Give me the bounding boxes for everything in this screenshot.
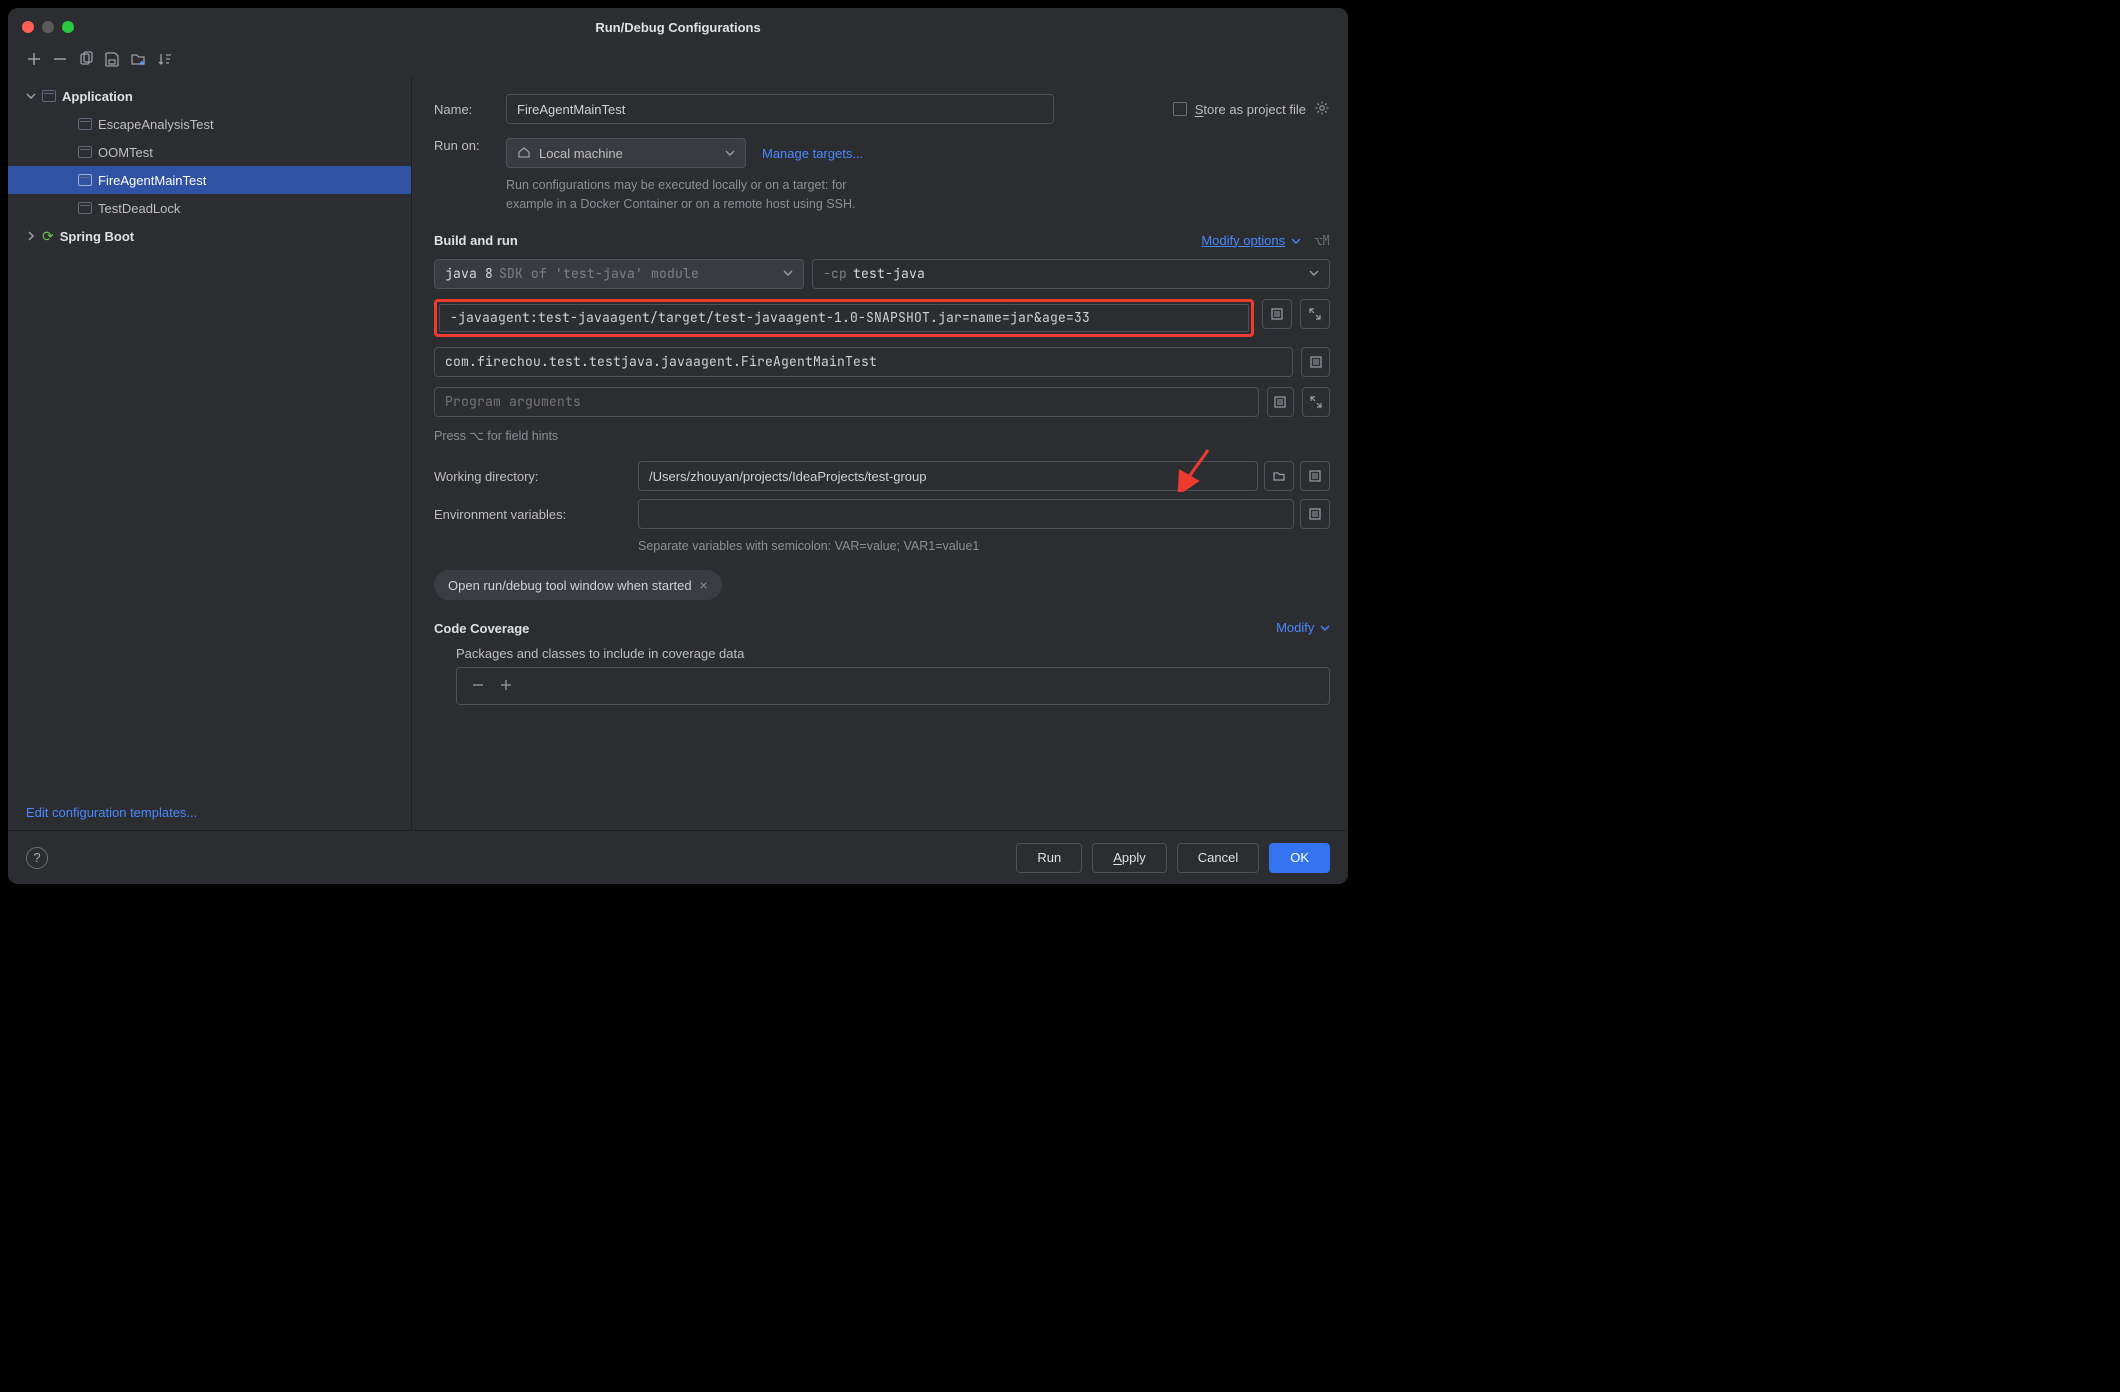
expand-list-icon[interactable]: [1300, 461, 1330, 491]
browse-folder-icon[interactable]: [1264, 461, 1294, 491]
name-input[interactable]: [506, 94, 1054, 124]
chip-label: Open run/debug tool window when started: [448, 578, 692, 593]
runon-select[interactable]: Local machine: [506, 138, 746, 168]
cancel-button[interactable]: Cancel: [1177, 843, 1259, 873]
edit-templates-link[interactable]: Edit configuration templates...: [26, 805, 197, 820]
dialog-window: Run/Debug Configurations Appl: [8, 8, 1348, 884]
modify-shortcut: ⌥M: [1314, 232, 1330, 249]
dialog-body: Application EscapeAnalysisTest OOMTest F…: [8, 76, 1348, 830]
program-args-input[interactable]: [434, 387, 1259, 417]
run-button[interactable]: Run: [1016, 843, 1082, 873]
close-icon[interactable]: ×: [700, 577, 708, 593]
chevron-down-icon: [1320, 621, 1330, 636]
classpath-select[interactable]: -cp test-java: [812, 259, 1330, 289]
main-class-input[interactable]: [434, 347, 1293, 377]
traffic-lights: [8, 21, 74, 33]
expand-list-icon[interactable]: [1301, 347, 1330, 377]
spring-boot-icon: ⟳: [42, 228, 54, 245]
tree-item-label: TestDeadLock: [98, 201, 180, 216]
dialog-title: Run/Debug Configurations: [8, 20, 1348, 35]
sort-config-icon[interactable]: [156, 51, 172, 67]
sdk-hint: SDK of 'test-java' module: [499, 265, 699, 282]
run-config-icon: [78, 174, 92, 186]
help-icon[interactable]: ?: [26, 847, 48, 869]
runon-value: Local machine: [539, 146, 623, 161]
coverage-modify-link[interactable]: Modify: [1276, 620, 1314, 635]
sidebar-footer: Edit configuration templates...: [8, 795, 411, 830]
tree-item-oomtest[interactable]: OOMTest: [8, 138, 411, 166]
config-tree: Application EscapeAnalysisTest OOMTest F…: [8, 82, 411, 795]
env-vars-label: Environment variables:: [434, 507, 630, 522]
apply-button[interactable]: Apply: [1092, 843, 1167, 873]
store-checkbox[interactable]: [1173, 102, 1187, 116]
tree-item-label: EscapeAnalysisTest: [98, 117, 214, 132]
chevron-down-icon: [1291, 234, 1301, 249]
manage-targets-link[interactable]: Manage targets...: [762, 146, 863, 161]
tree-group-springboot[interactable]: ⟳ Spring Boot: [8, 222, 411, 250]
application-type-icon: [42, 90, 56, 102]
vm-options-highlight: [434, 299, 1254, 337]
run-config-icon: [78, 202, 92, 214]
tree-group-label: Spring Boot: [60, 229, 134, 244]
expand-list-icon[interactable]: [1262, 299, 1292, 329]
ok-button[interactable]: OK: [1269, 843, 1330, 873]
copy-config-icon[interactable]: [78, 51, 94, 67]
remove-config-icon[interactable]: [52, 51, 68, 67]
coverage-subtitle: Packages and classes to include in cover…: [456, 646, 1330, 661]
build-run-title: Build and run: [434, 233, 518, 248]
env-hint: Separate variables with semicolon: VAR=v…: [638, 537, 1330, 556]
field-hints-text: Press ⌥ for field hints: [434, 427, 1330, 446]
dialog-footer: ? Run Apply Cancel OK: [8, 830, 1348, 884]
gear-icon[interactable]: [1314, 100, 1330, 119]
remove-item-icon[interactable]: [471, 678, 485, 695]
working-dir-input[interactable]: [638, 461, 1258, 491]
sdk-select[interactable]: java 8 SDK of 'test-java' module: [434, 259, 804, 289]
close-window-icon[interactable]: [22, 21, 34, 33]
add-item-icon[interactable]: [499, 678, 513, 695]
tree-item-label: FireAgentMainTest: [98, 173, 206, 188]
tree-item-testdeadlock[interactable]: TestDeadLock: [8, 194, 411, 222]
chevron-down-icon: [26, 91, 36, 101]
expand-list-icon[interactable]: [1267, 387, 1295, 417]
modify-options-link[interactable]: Modify options: [1201, 233, 1285, 248]
runon-label: Run on:: [434, 138, 506, 153]
cp-value: test-java: [853, 265, 925, 282]
tree-item-fireagentmaintest[interactable]: FireAgentMainTest: [8, 166, 411, 194]
chevron-down-icon: [725, 146, 735, 161]
chevron-right-icon: [26, 231, 36, 241]
expand-list-icon[interactable]: [1300, 499, 1330, 529]
coverage-title: Code Coverage: [434, 621, 529, 636]
run-config-icon: [78, 118, 92, 130]
home-icon: [517, 145, 531, 162]
expand-editor-icon[interactable]: [1300, 299, 1330, 329]
chevron-down-icon: [783, 265, 793, 282]
chevron-down-icon: [1309, 265, 1319, 282]
coverage-list: [456, 667, 1330, 705]
tree-item-label: OOMTest: [98, 145, 153, 160]
tree-group-label: Application: [62, 89, 133, 104]
main-panel: Name: Store as project file Run on:: [412, 76, 1348, 830]
store-label: Store as project file: [1195, 102, 1306, 117]
titlebar: Run/Debug Configurations: [8, 8, 1348, 46]
add-config-icon[interactable]: [26, 51, 42, 67]
vm-options-input[interactable]: [439, 304, 1249, 332]
option-chip: Open run/debug tool window when started …: [434, 570, 722, 600]
env-vars-input[interactable]: [638, 499, 1294, 529]
tree-item-escapeanalysistest[interactable]: EscapeAnalysisTest: [8, 110, 411, 138]
sidebar: Application EscapeAnalysisTest OOMTest F…: [8, 76, 412, 830]
sdk-value: java 8: [445, 265, 493, 282]
run-config-icon: [78, 146, 92, 158]
working-dir-label: Working directory:: [434, 469, 630, 484]
tree-group-application[interactable]: Application: [8, 82, 411, 110]
zoom-window-icon[interactable]: [62, 21, 74, 33]
minimize-window-icon[interactable]: [42, 21, 54, 33]
name-label: Name:: [434, 102, 506, 117]
runon-hint: Run configurations may be executed local…: [506, 176, 863, 214]
save-config-icon[interactable]: [104, 51, 120, 67]
cp-flag: -cp: [823, 265, 847, 282]
expand-editor-icon[interactable]: [1302, 387, 1330, 417]
toolbar: [8, 46, 1348, 76]
folder-config-icon[interactable]: [130, 51, 146, 67]
